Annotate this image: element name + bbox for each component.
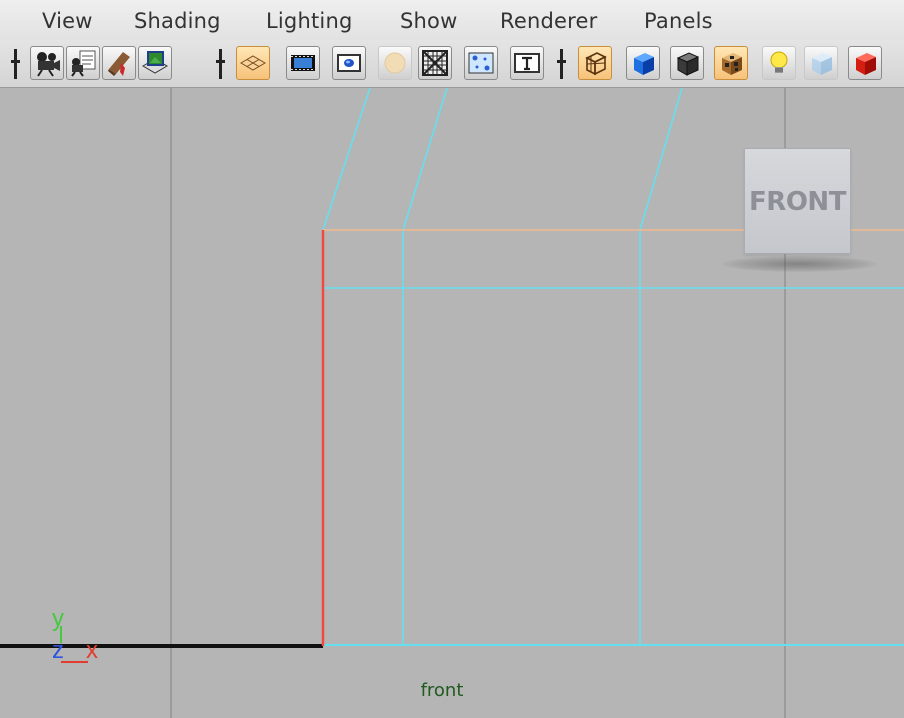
resolution-gate-icon[interactable] <box>332 46 366 80</box>
camera-icon[interactable] <box>30 46 64 80</box>
safe-action-icon[interactable] <box>464 46 498 80</box>
viewcube-shadow <box>722 256 877 272</box>
toolbar-separator <box>11 49 20 79</box>
grid-icon[interactable] <box>236 46 270 80</box>
gate-mask-icon[interactable] <box>378 46 412 80</box>
axis-z-label: z <box>52 637 64 664</box>
viewport[interactable]: FRONT y z x front <box>0 88 904 718</box>
film-gate-icon[interactable] <box>286 46 320 80</box>
toolbar-separator <box>216 49 225 79</box>
wire-edge <box>639 88 683 231</box>
maya-panel: View Shading Lighting Show Renderer Pane… <box>0 0 904 718</box>
camera-attributes-icon[interactable] <box>66 46 100 80</box>
smooth-shade-icon[interactable] <box>626 46 660 80</box>
menu-view[interactable]: View <box>42 9 93 33</box>
camera-name-label: front <box>420 680 464 701</box>
default-material-icon[interactable] <box>670 46 704 80</box>
lights-icon[interactable] <box>762 46 796 80</box>
bookmark-icon[interactable] <box>102 46 136 80</box>
image-plane-icon[interactable] <box>138 46 172 80</box>
toolbar-separator <box>557 49 566 79</box>
menu-lighting[interactable]: Lighting <box>266 9 352 33</box>
axis-y-label: y <box>52 605 64 632</box>
viewcube-front-label: FRONT <box>749 187 846 217</box>
textured-icon[interactable] <box>714 46 748 80</box>
wireframe-icon[interactable] <box>578 46 612 80</box>
panel-menu-bar: View Shading Lighting Show Renderer Pane… <box>0 0 904 40</box>
menu-renderer[interactable]: Renderer <box>500 9 597 33</box>
field-chart-icon[interactable] <box>418 46 452 80</box>
shaded-cube-icon[interactable] <box>848 46 882 80</box>
menu-panels[interactable]: Panels <box>644 9 713 33</box>
wire-edge <box>322 88 371 231</box>
xray-icon[interactable] <box>804 46 838 80</box>
safe-title-icon[interactable] <box>510 46 544 80</box>
menu-show[interactable]: Show <box>400 9 457 33</box>
menu-shading[interactable]: Shading <box>134 9 221 33</box>
panel-toolbar <box>0 40 904 88</box>
axis-x-label: x <box>86 637 98 664</box>
viewcube[interactable]: FRONT <box>744 148 851 254</box>
wire-edge <box>402 88 448 231</box>
